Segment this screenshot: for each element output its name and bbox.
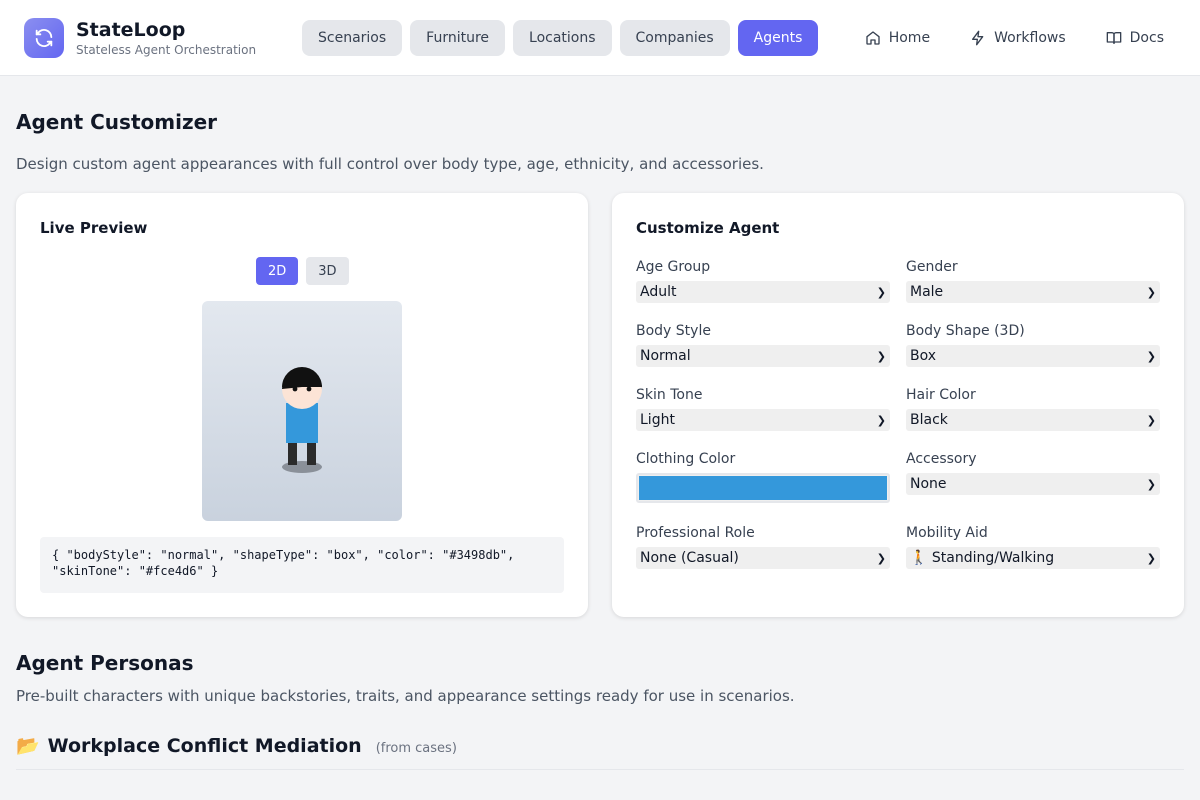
mobility-aid-field: Mobility Aid 🚶 Standing/Walking ❯ <box>906 525 1160 569</box>
hair-color-value: Black <box>910 412 948 428</box>
age-group-value: Adult <box>640 284 677 300</box>
refresh-icon <box>24 18 64 58</box>
body-style-label: Body Style <box>636 323 711 339</box>
agent-preview-canvas[interactable] <box>202 301 402 521</box>
professional-role-label: Professional Role <box>636 525 755 541</box>
hair-color-label: Hair Color <box>906 387 976 403</box>
chevron-down-icon: ❯ <box>876 349 886 363</box>
skin-tone-select[interactable]: Light ❯ <box>636 409 890 431</box>
mobility-aid-value: 🚶 Standing/Walking <box>910 550 1055 566</box>
nav-link-home-label: Home <box>888 30 931 46</box>
persona-group-header[interactable]: 📂 Workplace Conflict Mediation (from cas… <box>16 734 457 757</box>
tab-locations[interactable]: Locations <box>513 20 612 56</box>
clothing-color-field: Clothing Color <box>636 451 890 503</box>
age-group-select[interactable]: Adult ❯ <box>636 281 890 303</box>
persona-group-source: (from cases) <box>375 741 457 756</box>
chevron-down-icon: ❯ <box>876 285 886 299</box>
personas-description: Pre-built characters with unique backsto… <box>16 687 795 705</box>
nav-link-docs[interactable]: Docs <box>1106 30 1164 46</box>
tab-agents[interactable]: Agents <box>737 20 819 56</box>
skin-tone-value: Light <box>640 412 675 428</box>
chevron-down-icon: ❯ <box>876 413 886 427</box>
clothing-color-swatch <box>639 476 887 500</box>
agent-figure <box>282 367 322 473</box>
chevron-down-icon: ❯ <box>1146 477 1156 491</box>
clothing-color-label: Clothing Color <box>636 451 736 467</box>
tab-companies[interactable]: Companies <box>619 20 730 56</box>
lightning-icon <box>972 30 984 46</box>
view-mode-toggle: 2D 3D <box>256 257 349 285</box>
tab-furniture[interactable]: Furniture <box>410 20 506 56</box>
hair-color-select[interactable]: Black ❯ <box>906 409 1160 431</box>
persona-group-title: Workplace Conflict Mediation <box>47 735 362 757</box>
chevron-down-icon: ❯ <box>1146 413 1156 427</box>
gender-label: Gender <box>906 259 958 275</box>
body-shape-value: Box <box>910 348 937 364</box>
gender-field: Gender Male ❯ <box>906 259 1160 303</box>
professional-role-field: Professional Role None (Casual) ❯ <box>636 525 890 569</box>
nav-tabs: Scenarios Furniture Locations Companies … <box>302 20 819 56</box>
body-style-field: Body Style Normal ❯ <box>636 323 890 367</box>
skin-tone-field: Skin Tone Light ❯ <box>636 387 890 431</box>
gender-select[interactable]: Male ❯ <box>906 281 1160 303</box>
page-description: Design custom agent appearances with ful… <box>16 155 764 173</box>
professional-role-select[interactable]: None (Casual) ❯ <box>636 547 890 569</box>
live-preview-card: Live Preview 2D 3D { "bodyStyle": "norma… <box>16 193 588 617</box>
customize-agent-title: Customize Agent <box>636 219 780 237</box>
home-icon <box>866 31 880 45</box>
accessory-value: None <box>910 476 947 492</box>
tab-scenarios[interactable]: Scenarios <box>302 20 403 56</box>
brand[interactable]: StateLoop Stateless Agent Orchestration <box>24 18 256 58</box>
chevron-down-icon: ❯ <box>1146 349 1156 363</box>
body-shape-select[interactable]: Box ❯ <box>906 345 1160 367</box>
brand-title: StateLoop <box>76 18 186 41</box>
accessory-label: Accessory <box>906 451 977 467</box>
nav-links: Home Workflows Docs <box>865 20 1164 56</box>
page-title: Agent Customizer <box>16 110 218 134</box>
nav-link-home[interactable]: Home <box>865 30 930 46</box>
nav-link-workflows[interactable]: Workflows <box>970 30 1066 46</box>
hair-color-field: Hair Color Black ❯ <box>906 387 1160 431</box>
mobility-aid-select[interactable]: 🚶 Standing/Walking ❯ <box>906 547 1160 569</box>
personas-title: Agent Personas <box>16 651 194 675</box>
body-style-value: Normal <box>640 348 691 364</box>
professional-role-value: None (Casual) <box>640 550 739 566</box>
customize-agent-card: Customize Agent Age Group Adult ❯ Gender… <box>612 193 1184 617</box>
agent-json-line-1: { "bodyStyle": "normal", "shapeType": "b… <box>52 548 515 562</box>
skin-tone-label: Skin Tone <box>636 387 703 403</box>
body-shape-field: Body Shape (3D) Box ❯ <box>906 323 1160 367</box>
brand-subtitle: Stateless Agent Orchestration <box>76 42 257 57</box>
chevron-down-icon: ❯ <box>876 551 886 565</box>
agent-leg-right <box>307 441 316 465</box>
nav-link-docs-label: Docs <box>1129 30 1164 46</box>
accessory-select[interactable]: None ❯ <box>906 473 1160 495</box>
age-group-field: Age Group Adult ❯ <box>636 259 890 303</box>
body-style-select[interactable]: Normal ❯ <box>636 345 890 367</box>
book-icon <box>1106 31 1121 44</box>
mode-3d-button[interactable]: 3D <box>306 257 349 285</box>
nav-link-workflows-label: Workflows <box>994 30 1066 46</box>
chevron-down-icon: ❯ <box>1146 285 1156 299</box>
folder-icon: 📂 <box>16 735 40 757</box>
mode-2d-button[interactable]: 2D <box>256 257 299 285</box>
accessory-field: Accessory None ❯ <box>906 451 1160 495</box>
mobility-aid-label: Mobility Aid <box>906 525 988 541</box>
clothing-color-picker[interactable] <box>636 473 890 503</box>
agent-eye-right <box>306 386 312 392</box>
agent-leg-left <box>288 441 297 465</box>
age-group-label: Age Group <box>636 259 711 275</box>
body-shape-label: Body Shape (3D) <box>906 323 1025 339</box>
chevron-down-icon: ❯ <box>1146 551 1156 565</box>
live-preview-title: Live Preview <box>40 219 148 237</box>
agent-json-output: { "bodyStyle": "normal", "shapeType": "b… <box>40 537 564 593</box>
agent-eye-left <box>292 386 298 392</box>
gender-value: Male <box>910 284 944 300</box>
agent-json-line-2: "skinTone": "#fce4d6" } <box>52 564 219 578</box>
app-header: StateLoop Stateless Agent Orchestration … <box>0 0 1200 76</box>
section-divider <box>16 769 1184 770</box>
